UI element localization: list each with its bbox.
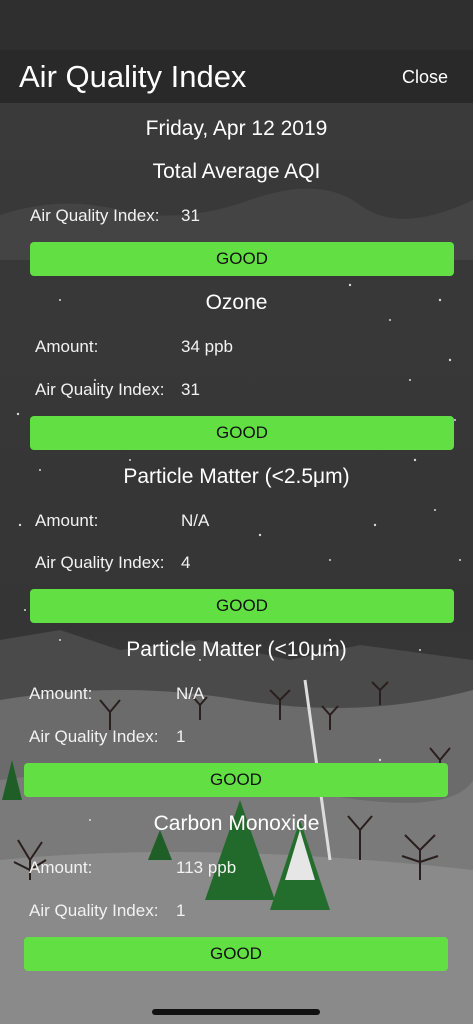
ozone-section-title: Ozone (205, 291, 268, 314)
co-amount-label: Amount: (29, 858, 93, 877)
pm10-aqi-value: 1 (176, 727, 186, 746)
pm25-amount-value: N/A (181, 511, 210, 530)
co-aqi-label: Air Quality Index: (29, 901, 159, 920)
pm25-aqi-value: 4 (181, 553, 191, 572)
co-amount-value: 113 ppb (176, 858, 237, 877)
ozone-amount-label: Amount: (35, 337, 99, 356)
pm25-aqi-label: Air Quality Index: (35, 553, 165, 572)
pm10-amount-label: Amount: (29, 684, 93, 703)
pm10-grade-button[interactable]: GOOD (24, 763, 448, 797)
total-section-title: Total Average AQI (152, 160, 321, 183)
ozone-aqi-label: Air Quality Index: (35, 380, 165, 399)
pm25-section-title: Particle Matter (<2.5μm) (123, 465, 350, 488)
date-label: Friday, Apr 12 2019 (145, 117, 328, 140)
nav-bar: Air Quality Index Close (0, 50, 473, 103)
total-grade-button[interactable]: GOOD (30, 242, 454, 276)
pm25-amount-label: Amount: (35, 511, 99, 530)
home-indicator[interactable] (152, 1009, 320, 1015)
close-button[interactable]: Close (402, 67, 448, 88)
ozone-grade-button[interactable]: GOOD (30, 416, 454, 450)
pm10-aqi-label: Air Quality Index: (29, 727, 159, 746)
total-aqi-label: Air Quality Index: (30, 206, 160, 225)
pm25-grade-button[interactable]: GOOD (30, 589, 454, 623)
co-section-title: Carbon Monoxide (153, 812, 320, 835)
pm10-amount-value: N/A (176, 684, 205, 703)
co-grade-button[interactable]: GOOD (24, 937, 448, 971)
ozone-amount-value: 34 ppb (181, 337, 233, 356)
co-aqi-value: 1 (176, 901, 186, 920)
total-aqi-value: 31 (181, 206, 200, 225)
ozone-aqi-value: 31 (181, 380, 200, 399)
pm10-section-title: Particle Matter (<10μm) (126, 638, 347, 661)
page-title: Air Quality Index (19, 59, 247, 94)
status-bar (0, 0, 473, 50)
